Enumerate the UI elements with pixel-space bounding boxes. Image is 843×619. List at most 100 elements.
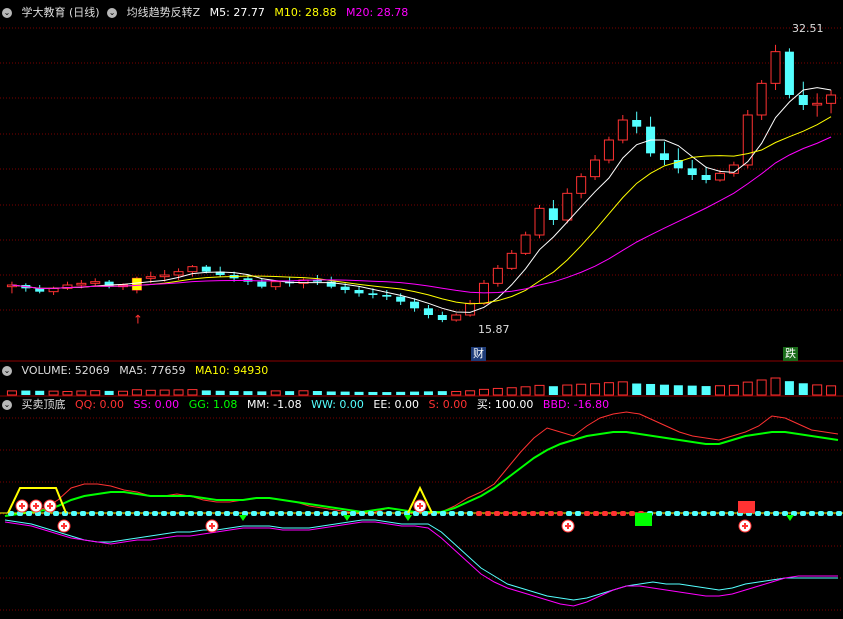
- signal-dot: [584, 511, 590, 516]
- ss-readout: SS: 0.00: [133, 398, 180, 411]
- volume-bar: [756, 379, 767, 396]
- signal-dot: [629, 511, 635, 516]
- candle-body: [354, 290, 364, 294]
- volume-bar: [728, 384, 739, 396]
- signal-dot: [719, 511, 725, 516]
- volume-bar: [603, 382, 614, 396]
- sell-arrow: [239, 515, 247, 521]
- signal-dot: [179, 511, 185, 516]
- signal-dot: [377, 511, 383, 516]
- stock-chart: ↑: [0, 27, 843, 611]
- ma10-line: [11, 116, 832, 305]
- collapse-icon[interactable]: ⌄: [107, 8, 118, 18]
- volume-bar: [784, 381, 794, 395]
- ee-readout: EE: 0.00: [373, 398, 420, 411]
- volume-bar: [742, 381, 753, 396]
- signal-dot: [458, 511, 464, 516]
- signal-dot: [836, 511, 842, 516]
- signal-dot: [674, 511, 680, 516]
- volume-bar: [326, 391, 336, 395]
- candle-body: [173, 271, 184, 276]
- signal-dot: [494, 511, 500, 516]
- volume-bar: [6, 390, 17, 396]
- signal-dot: [80, 511, 86, 516]
- fall-tag[interactable]: 跌: [783, 347, 798, 361]
- ww-line: [4, 519, 838, 601]
- volume-bar: [21, 390, 31, 395]
- signal-dot: [368, 511, 374, 516]
- sell-arrow: [343, 515, 351, 521]
- candle-body: [243, 278, 253, 282]
- finance-tag[interactable]: 财: [471, 347, 486, 361]
- signal-dot: [773, 511, 779, 516]
- volume-bar: [354, 391, 364, 395]
- volume-bar: [396, 391, 406, 395]
- signal-dot: [620, 511, 626, 516]
- volume-bar: [492, 387, 503, 396]
- volume-bar: [298, 390, 309, 396]
- volume-bar: [590, 383, 601, 396]
- signal-dot: [476, 511, 482, 516]
- candle-body: [826, 94, 837, 104]
- ma5-readout: M5: 27.77: [209, 6, 265, 19]
- signal-dot: [278, 511, 284, 516]
- volume-bar: [257, 391, 267, 395]
- signal-dot: [800, 511, 806, 516]
- ma20-readout: M20: 28.78: [346, 6, 409, 19]
- volume-bar: [243, 391, 253, 395]
- indicator-panel-header: ⌄ 买卖顶底 QQ: 0.00 SS: 0.00 GG: 1.08 MM: -1…: [2, 397, 615, 412]
- signal-dot: [575, 511, 581, 516]
- volume-bar: [701, 386, 711, 395]
- signal-dot: [98, 511, 104, 516]
- signal-dot: [197, 511, 203, 516]
- collapse-icon[interactable]: ⌄: [2, 8, 12, 18]
- signal-dot: [26, 511, 32, 516]
- candle-body: [701, 175, 711, 180]
- bbd-line: [4, 521, 838, 607]
- volume-bar: [201, 390, 211, 395]
- volume-bar: [548, 386, 558, 395]
- volume-bar: [62, 390, 73, 396]
- volume-bar: [368, 391, 378, 395]
- candle-body: [90, 281, 101, 284]
- candle-body: [562, 192, 573, 221]
- candle-body: [396, 296, 406, 302]
- volume-bar: [35, 390, 45, 395]
- candle-body: [798, 95, 808, 105]
- candle-body: [368, 293, 378, 295]
- collapse-icon[interactable]: ⌄: [2, 366, 12, 376]
- signal-dot: [530, 511, 536, 516]
- signal-dot: [593, 511, 599, 516]
- signal-dot: [134, 511, 140, 516]
- signal-dot: [152, 511, 158, 516]
- signal-dot: [386, 511, 392, 516]
- candle-body: [201, 266, 211, 272]
- signal-dot: [818, 511, 824, 516]
- signal-dot: [350, 511, 356, 516]
- buy-arrow: ↑: [133, 312, 143, 326]
- signal-dot: [170, 511, 176, 516]
- candle-body: [270, 281, 281, 288]
- candle-body: [534, 207, 545, 236]
- signal-dot: [467, 511, 473, 516]
- signal-dot: [827, 511, 833, 516]
- volume-bar: [382, 392, 392, 395]
- indicator-title: 买卖顶底: [21, 398, 66, 411]
- main-panel-header: ⌄ 学大教育 (日线) ⌄ 均线趋势反转Z M5: 27.77 M10: 28.…: [2, 5, 414, 20]
- s-readout: S: 0.00: [428, 398, 468, 411]
- signal-dot: [233, 511, 239, 516]
- candle-body: [617, 119, 628, 141]
- volume-bar: [76, 390, 87, 396]
- signal-dot: [521, 511, 527, 516]
- candle-body: [520, 234, 531, 254]
- volume-bar: [131, 389, 142, 396]
- volume-bar: [576, 383, 587, 396]
- collapse-icon[interactable]: ⌄: [2, 400, 12, 410]
- signal-dot: [710, 511, 716, 516]
- signal-dot: [809, 511, 815, 516]
- signal-dot: [359, 511, 365, 516]
- signal-dot: [683, 511, 689, 516]
- signal-dot: [539, 511, 545, 516]
- candle-body: [492, 267, 503, 284]
- signal-dot: [314, 511, 320, 516]
